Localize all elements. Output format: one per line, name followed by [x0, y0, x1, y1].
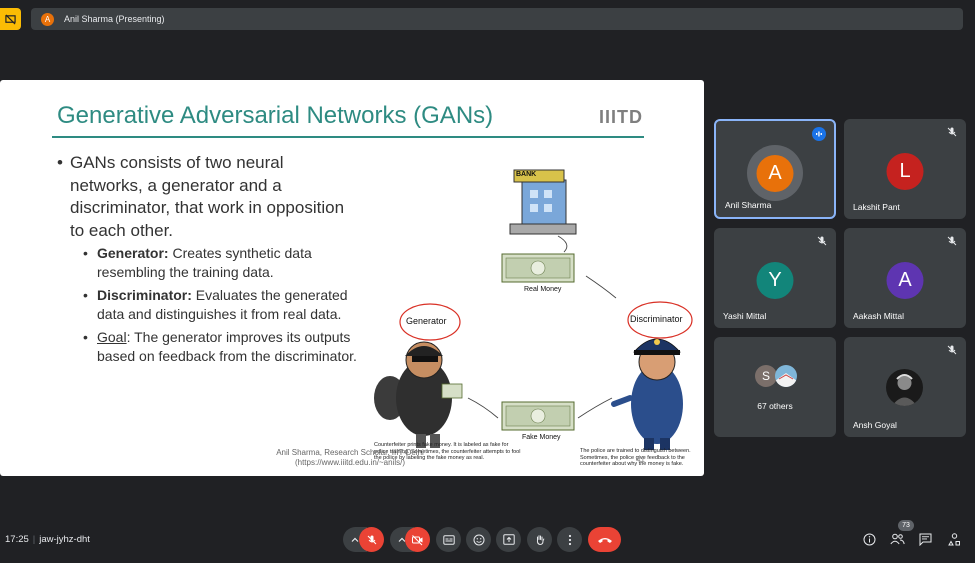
- sub-bullet-term: Generator:: [97, 245, 169, 261]
- bank-sign: BANK: [516, 171, 537, 178]
- arrow-fake-to-police: [577, 397, 613, 419]
- slide-page-number: 41: [636, 455, 645, 464]
- main-bullet-text: GANs consists of two neural networks, a …: [70, 153, 345, 240]
- fake-money-label: Fake Money: [522, 434, 561, 441]
- participant-name: Yashi Mittal: [723, 311, 767, 321]
- participant-name: Anil Sharma: [725, 200, 772, 210]
- participant-tile-lakshit[interactable]: L Lakshit Pant: [844, 119, 966, 219]
- meeting-code: jaw-jyhz-dht: [39, 534, 90, 545]
- slide-title: Generative Adversarial Networks (GANs): [57, 102, 494, 129]
- bank-drawing: [509, 169, 577, 235]
- avatar: Y: [756, 262, 794, 299]
- sub-bullet-term: Goal: [97, 329, 127, 345]
- participant-name: Lakshit Pant: [853, 202, 900, 212]
- mic-off-icon: [947, 127, 957, 137]
- participant-tile-anil[interactable]: A Anil Sharma: [714, 119, 836, 219]
- microphone-toggle-button[interactable]: [359, 527, 384, 552]
- arrow-bank-to-money: [557, 235, 568, 253]
- camera-off-icon: [412, 534, 423, 545]
- people-button[interactable]: [889, 531, 905, 547]
- smiley-icon: [473, 534, 484, 545]
- discriminator-label: Discriminator: [630, 314, 683, 324]
- chevron-up-icon: [351, 537, 359, 542]
- sub-bullet-goal: • Goal: The generator improves its output…: [83, 329, 357, 364]
- mic-off-icon: [367, 535, 376, 544]
- presenter-bar: A Anil Sharma (Presenting): [31, 8, 963, 30]
- arrow-counterfeiter-to-fake: [467, 397, 499, 419]
- avatar: A: [886, 262, 924, 299]
- sub-bullets: • Generator: Creates synthetic data resem…: [83, 244, 373, 370]
- fake-money-drawing: [501, 401, 575, 431]
- avatar: S: [755, 365, 777, 387]
- avatar: L: [886, 153, 924, 190]
- leave-call-button[interactable]: [588, 527, 621, 552]
- chat-button[interactable]: [917, 531, 933, 547]
- slide-footer: Anil Sharma, Research Scholar, IIIT-Delh…: [250, 448, 450, 468]
- police-drawing: [611, 338, 683, 450]
- people-count-badge: 73: [898, 520, 914, 531]
- avatar-photo: [886, 369, 923, 406]
- activities-button[interactable]: [946, 531, 962, 547]
- footer-line-2: (https://www.iiitd.edu.in/~anils/): [294, 458, 406, 467]
- captions-button[interactable]: [436, 527, 461, 552]
- sub-bullet-generator: • Generator: Creates synthetic data resem…: [83, 245, 312, 280]
- gan-illustration: BANK Generator Discriminator Real Money …: [372, 166, 702, 472]
- sub-bullet-term: Discriminator:: [97, 287, 192, 303]
- raise-hand-button[interactable]: [527, 527, 552, 552]
- more-vert-icon: [568, 534, 571, 545]
- mic-off-icon: [947, 236, 957, 246]
- sub-bullet-discriminator: • Discriminator: Evaluates the generated …: [83, 287, 348, 322]
- meeting-info: 17:25 | jaw-jyhz-dht: [5, 534, 90, 545]
- iiitd-logo: IIITD: [599, 107, 643, 127]
- participant-tile-ansh[interactable]: Ansh Goyal: [844, 337, 966, 437]
- counterfeiter-drawing: [374, 341, 463, 448]
- speaking-indicator-icon: [812, 127, 826, 141]
- hand-icon: [536, 534, 544, 545]
- participant-tile-aakash[interactable]: A Aakash Mittal: [844, 228, 966, 328]
- real-money-label: Real Money: [524, 286, 562, 293]
- present-screen-button[interactable]: [496, 527, 521, 552]
- participant-tile-others[interactable]: S 67 others: [714, 337, 836, 437]
- arrow-real-to-police: [585, 275, 617, 299]
- info-icon: [863, 533, 875, 545]
- shared-slide: Generative Adversarial Networks (GANs) I…: [0, 80, 704, 476]
- title-divider: [52, 136, 644, 138]
- activities-icon: [947, 532, 960, 545]
- main-bullet: • GANs consists of two neural networks, a…: [57, 152, 347, 242]
- real-money-drawing: [501, 253, 575, 283]
- participant-name: Ansh Goyal: [853, 420, 897, 430]
- present-icon: [502, 534, 515, 545]
- avatar: A: [756, 155, 794, 192]
- participant-name: Aakash Mittal: [853, 311, 905, 321]
- chat-icon: [919, 533, 931, 546]
- others-count-label: 67 others: [757, 401, 793, 411]
- participant-tile-yashi[interactable]: Y Yashi Mittal: [714, 228, 836, 328]
- camera-toggle-button[interactable]: [405, 527, 430, 552]
- avatar-photo: [775, 365, 797, 387]
- reactions-button[interactable]: [466, 527, 491, 552]
- mic-off-icon: [817, 236, 827, 246]
- clock-time: 17:25: [5, 534, 29, 545]
- presenter-avatar: A: [41, 12, 54, 26]
- people-icon: [889, 533, 905, 545]
- footer-line-1: Anil Sharma, Research Scholar, IIIT-Delh…: [276, 448, 424, 457]
- generator-label: Generator: [406, 316, 447, 326]
- closed-captions-icon: [442, 534, 455, 545]
- stop-presenting-icon[interactable]: [0, 8, 21, 30]
- more-options-button[interactable]: [557, 527, 582, 552]
- meeting-details-button[interactable]: [861, 531, 877, 547]
- presenter-title: Anil Sharma (Presenting): [64, 14, 165, 24]
- mic-off-icon: [947, 345, 957, 355]
- sub-bullet-text: : The generator improves its outputs bas…: [97, 329, 357, 364]
- end-call-icon: [597, 537, 612, 543]
